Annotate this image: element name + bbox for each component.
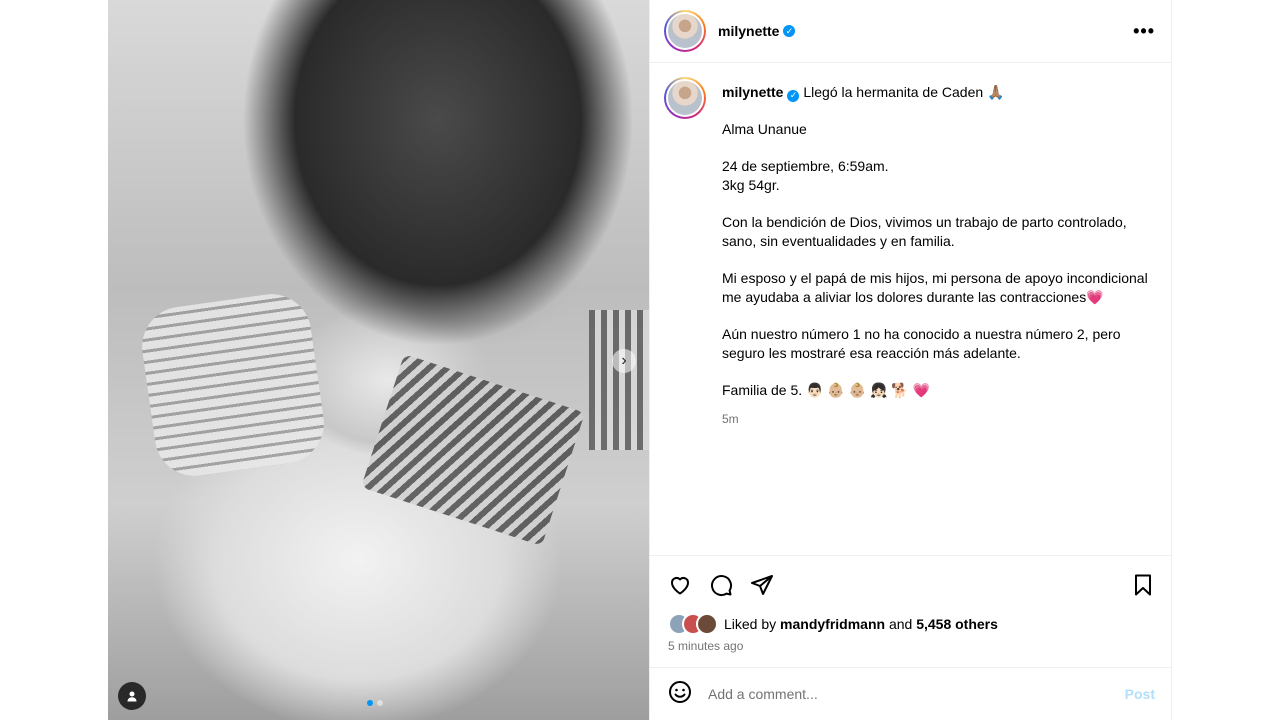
likes-prefix: Liked by	[724, 616, 777, 632]
action-bar	[650, 555, 1171, 613]
likes-others[interactable]: 5,458 others	[916, 616, 998, 632]
liker-avatar	[696, 613, 718, 635]
caption-avatar[interactable]	[664, 77, 706, 119]
posted-time[interactable]: 5 minutes ago	[668, 639, 743, 653]
share-icon	[751, 574, 773, 595]
user-icon	[127, 691, 137, 702]
emoji-icon	[669, 680, 691, 703]
caption-paragraph: 3kg 54gr.	[722, 177, 780, 193]
caption-area: milynette ✓ Llegó la hermanita de Caden 🙏…	[650, 63, 1171, 554]
verified-badge-icon: ✓	[787, 89, 800, 102]
caption-paragraph: 24 de septiembre, 6:59am.	[722, 158, 889, 174]
carousel-dot-2	[377, 700, 383, 706]
comment-input[interactable]: Add a comment...	[708, 686, 1125, 702]
post-photo[interactable]	[108, 0, 649, 720]
save-button[interactable]	[1131, 573, 1155, 597]
carousel-dots	[367, 700, 383, 706]
caption-paragraph: Alma Unanue	[722, 121, 807, 137]
liker-avatars[interactable]	[668, 613, 718, 635]
hat-stripes	[136, 288, 330, 482]
like-button[interactable]	[668, 573, 692, 597]
post-comment-button[interactable]: Post	[1125, 686, 1155, 702]
post-header: milynette ✓ •••	[650, 0, 1171, 63]
likes-and: and	[888, 616, 913, 632]
avatar[interactable]	[664, 10, 706, 52]
comment-icon	[711, 574, 733, 596]
comment-button[interactable]	[709, 573, 733, 597]
likes-summary: Liked by mandyfridmann and 5,458 others	[668, 613, 1155, 635]
caption-first-line: Llegó la hermanita de Caden 🙏🏽	[803, 84, 1005, 100]
caption-username[interactable]: milynette	[722, 84, 783, 100]
blanket-stripes	[361, 354, 585, 546]
caption-paragraph: Aún nuestro número 1 no ha conocido a nu…	[722, 326, 1121, 361]
share-button[interactable]	[750, 573, 774, 597]
post-panel: milynette ✓ ••• milynette ✓ Llegó la herm…	[649, 0, 1172, 720]
bookmark-icon	[1135, 574, 1151, 595]
tagged-users-button[interactable]	[118, 682, 146, 710]
header-username[interactable]: milynette	[718, 23, 779, 39]
caption-time[interactable]: 5m	[722, 410, 1152, 429]
caption: milynette ✓ Llegó la hermanita de Caden 🙏…	[722, 77, 1152, 429]
heart-icon	[670, 576, 690, 594]
carousel-next-button[interactable]: ›	[612, 349, 636, 373]
comment-bar: Add a comment... Post	[650, 667, 1171, 720]
caption-paragraph: Con la bendición de Dios, vivimos un tra…	[722, 214, 1127, 249]
caption-paragraph: Familia de 5. 👨🏻 👶🏼 👶🏼 👧🏻 🐕 💗	[722, 382, 931, 398]
blanket-edge-stripes	[589, 310, 649, 450]
verified-badge-icon: ✓	[783, 25, 796, 37]
chevron-right-icon: ›	[621, 352, 627, 369]
emoji-button[interactable]	[668, 680, 692, 709]
liker-username[interactable]: mandyfridmann	[780, 616, 885, 632]
caption-paragraph: Mi esposo y el papá de mis hijos, mi per…	[722, 270, 1148, 305]
carousel-dot-1	[367, 700, 373, 706]
more-options-icon[interactable]: •••	[1133, 21, 1155, 42]
